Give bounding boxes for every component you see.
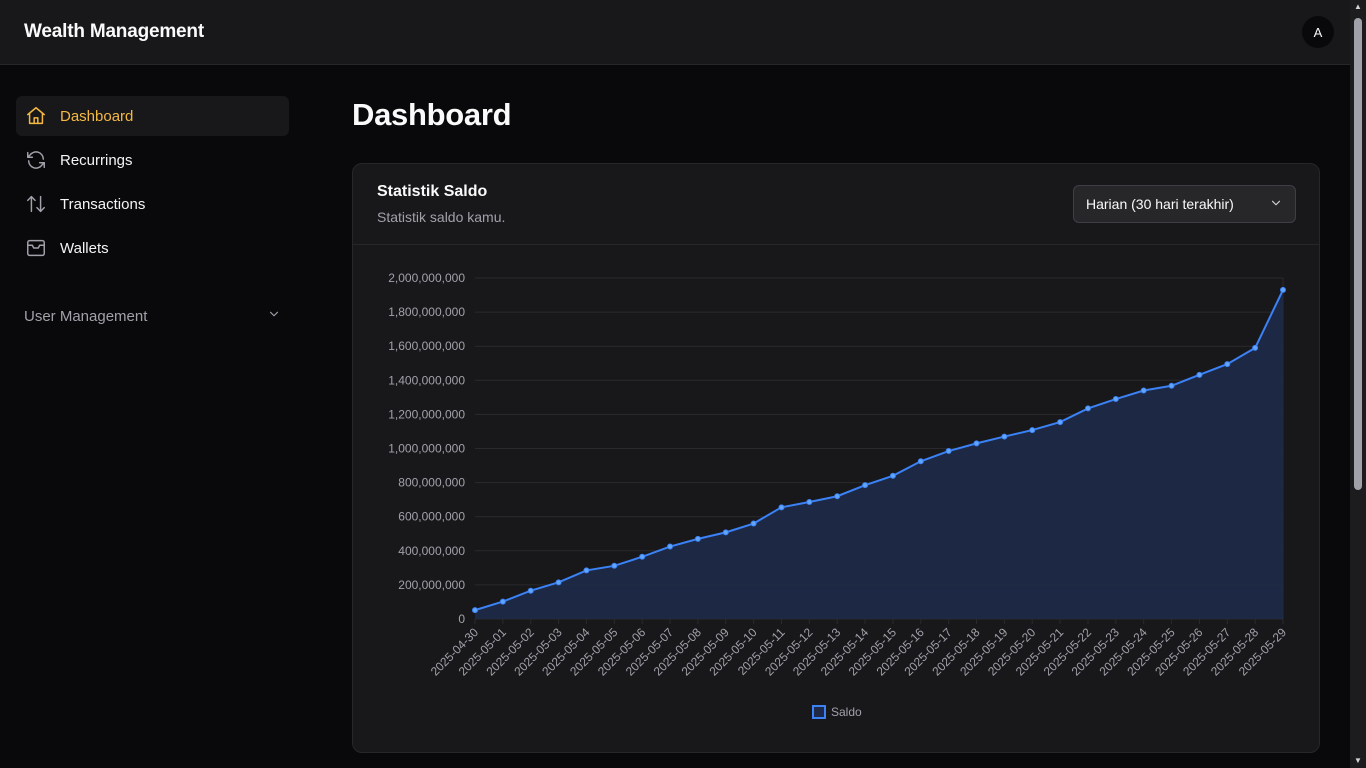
data-point — [973, 440, 980, 447]
data-point — [583, 567, 590, 574]
data-point — [917, 458, 924, 465]
data-point — [750, 520, 757, 527]
main-content: Dashboard Statistik Saldo Statistik sald… — [352, 65, 1320, 753]
data-point — [1057, 419, 1064, 426]
y-tick-label: 1,400,000,000 — [388, 373, 465, 387]
data-point — [1001, 433, 1008, 440]
data-point — [1029, 427, 1036, 434]
sidebar-item-wallets[interactable]: Wallets — [16, 228, 289, 268]
data-point — [862, 482, 869, 489]
page-title: Dashboard — [352, 97, 512, 132]
data-point — [1196, 371, 1203, 378]
arrows-up-down-icon — [24, 192, 48, 216]
card-header: Statistik Saldo Statistik saldo kamu. Ha… — [353, 164, 1319, 245]
balance-chart: 0 200,000,000 400,000,000 600,000,000 800,00… — [388, 271, 1289, 719]
data-point — [1168, 382, 1175, 389]
data-point — [834, 493, 841, 500]
range-select-value: Harian (30 hari terakhir) — [1086, 196, 1234, 212]
data-point — [889, 472, 896, 479]
top-bar: Wealth Management A — [0, 0, 1350, 65]
section-label: User Management — [24, 307, 148, 325]
data-point — [667, 543, 674, 550]
data-point — [945, 448, 952, 455]
y-tick-label: 200,000,000 — [398, 578, 465, 592]
data-point — [1252, 344, 1259, 351]
app-title: Wealth Management — [24, 21, 204, 42]
chevron-down-icon — [267, 307, 281, 325]
data-point — [1084, 405, 1091, 412]
scroll-down-arrow[interactable]: ▼ — [1353, 756, 1363, 766]
scroll-up-arrow[interactable]: ▲ — [1353, 2, 1363, 12]
sidebar-item-recurrings[interactable]: Recurrings — [16, 140, 289, 180]
user-avatar[interactable]: A — [1302, 16, 1334, 48]
range-select[interactable]: Harian (30 hari terakhir) — [1073, 185, 1296, 223]
balance-stats-card: Statistik Saldo Statistik saldo kamu. Ha… — [352, 163, 1320, 753]
wallet-icon — [24, 236, 48, 260]
sidebar-item-label: Recurrings — [60, 151, 133, 169]
data-point — [694, 535, 701, 542]
data-point — [527, 587, 534, 594]
y-tick-label: 600,000,000 — [398, 510, 465, 524]
y-tick-label: 1,200,000,000 — [388, 407, 465, 421]
vertical-scrollbar[interactable]: ▲ ▼ — [1350, 0, 1366, 768]
data-point — [639, 553, 646, 560]
data-point — [778, 504, 785, 511]
y-tick-label: 1,800,000,000 — [388, 305, 465, 319]
data-point — [472, 607, 478, 614]
sidebar-item-label: Transactions — [60, 195, 146, 213]
data-point — [499, 598, 506, 605]
scrollbar-thumb[interactable] — [1354, 18, 1362, 490]
chevron-down-icon — [1269, 196, 1283, 213]
legend-swatch — [812, 705, 826, 719]
y-tick-label: 2,000,000,000 — [388, 271, 465, 285]
data-point — [1224, 361, 1231, 368]
user-management-toggle[interactable]: User Management — [16, 296, 289, 336]
data-point — [722, 529, 729, 536]
legend-label: Saldo — [831, 705, 862, 719]
refresh-icon — [24, 148, 48, 172]
data-point — [611, 562, 618, 569]
sidebar: Dashboard Recurrings Transactions Wallet… — [0, 65, 305, 768]
y-tick-label: 0 — [458, 612, 465, 626]
sidebar-item-label: Wallets — [60, 239, 109, 257]
sidebar-item-label: Dashboard — [60, 107, 134, 125]
y-tick-label: 400,000,000 — [398, 544, 465, 558]
sidebar-item-dashboard[interactable]: Dashboard — [16, 96, 289, 136]
data-point — [1140, 387, 1147, 394]
data-point — [1112, 396, 1119, 403]
data-point — [1280, 286, 1286, 293]
data-point — [806, 499, 813, 506]
y-tick-label: 800,000,000 — [398, 476, 465, 490]
chart-area: 0 200,000,000 400,000,000 600,000,000 800,00… — [353, 246, 1319, 752]
home-icon — [24, 104, 48, 128]
y-tick-label: 1,600,000,000 — [388, 339, 465, 353]
y-tick-label: 1,000,000,000 — [388, 442, 465, 456]
data-point — [555, 579, 562, 586]
sidebar-item-transactions[interactable]: Transactions — [16, 184, 289, 224]
